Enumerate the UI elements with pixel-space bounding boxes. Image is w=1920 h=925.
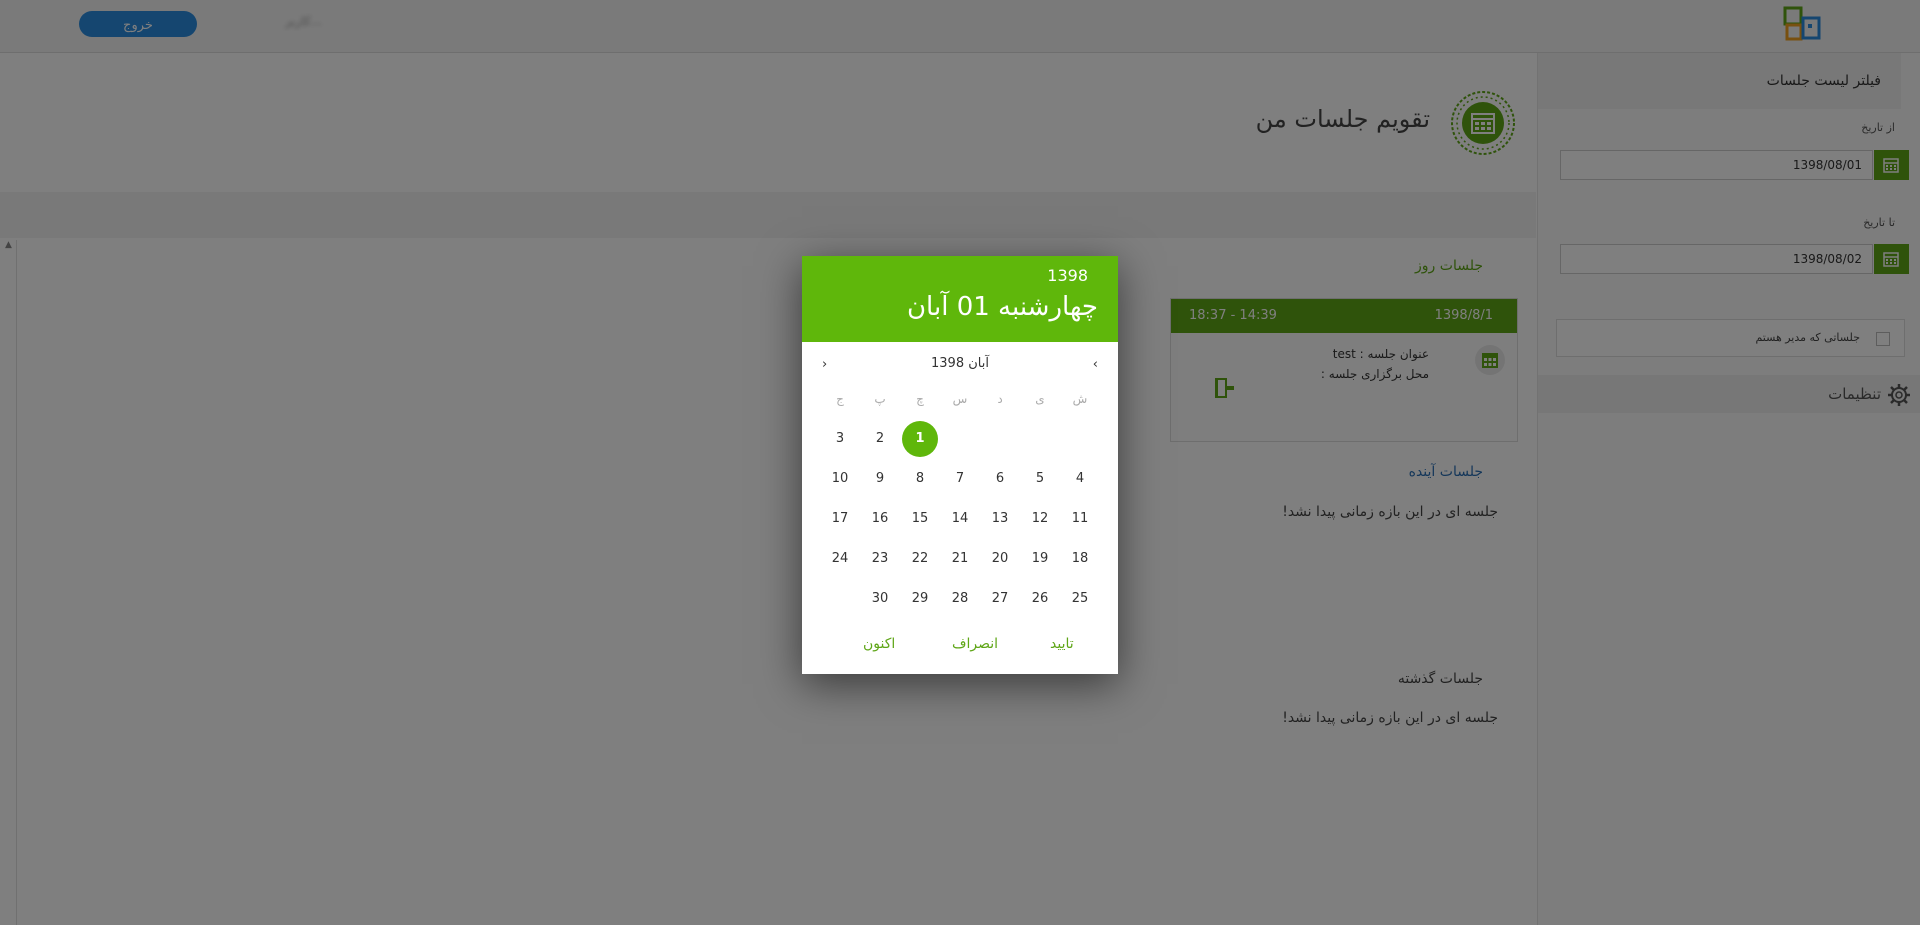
weekday-header: ش <box>1072 392 1088 406</box>
calendar-day[interactable]: 28 <box>942 581 978 617</box>
calendar-day[interactable]: 22 <box>902 541 938 577</box>
date-picker-dialog: 1398 چهارشنبه 01 آبان ‹ آبان 1398 › شیدس… <box>802 256 1118 674</box>
calendar-day[interactable]: 18 <box>1062 541 1098 577</box>
calendar-day[interactable]: 21 <box>942 541 978 577</box>
selected-year[interactable]: 1398 <box>1047 266 1088 285</box>
weekday-header: د <box>997 392 1003 406</box>
calendar-day[interactable]: 27 <box>982 581 1018 617</box>
calendar-day[interactable]: 15 <box>902 501 938 537</box>
calendar-day[interactable]: 24 <box>822 541 858 577</box>
calendar-day[interactable]: 30 <box>862 581 898 617</box>
calendar-day[interactable]: 8 <box>902 461 938 497</box>
month-label: آبان 1398 <box>931 356 989 371</box>
now-button[interactable]: اکنون <box>863 636 895 652</box>
calendar-day[interactable]: 5 <box>1022 461 1058 497</box>
calendar-day[interactable]: 26 <box>1022 581 1058 617</box>
selected-date: چهارشنبه 01 آبان <box>906 292 1098 322</box>
calendar-day[interactable]: 20 <box>982 541 1018 577</box>
calendar-day[interactable]: 6 <box>982 461 1018 497</box>
date-picker-header: 1398 چهارشنبه 01 آبان <box>802 256 1118 342</box>
calendar-day[interactable]: 29 <box>902 581 938 617</box>
calendar-day[interactable]: 17 <box>822 501 858 537</box>
weekday-header: ج <box>836 392 844 406</box>
calendar-day[interactable]: 16 <box>862 501 898 537</box>
calendar-day[interactable]: 10 <box>822 461 858 497</box>
calendar-day[interactable]: 7 <box>942 461 978 497</box>
weekday-header: پ <box>874 392 886 406</box>
calendar-day[interactable]: 25 <box>1062 581 1098 617</box>
weekday-header: س <box>952 392 968 406</box>
calendar-day[interactable]: 12 <box>1022 501 1058 537</box>
calendar-day[interactable]: 3 <box>822 421 858 457</box>
calendar-day[interactable]: 14 <box>942 501 978 537</box>
calendar-day[interactable]: 19 <box>1022 541 1058 577</box>
cancel-button[interactable]: انصراف <box>952 636 998 652</box>
selected-day[interactable]: 1 <box>902 421 938 457</box>
calendar-day[interactable]: 23 <box>862 541 898 577</box>
weekday-header: چ <box>916 392 924 406</box>
calendar-day[interactable]: 11 <box>1062 501 1098 537</box>
calendar-day[interactable]: 4 <box>1062 461 1098 497</box>
confirm-button[interactable]: تایید <box>1050 636 1074 652</box>
calendar-day[interactable]: 9 <box>862 461 898 497</box>
calendar-day[interactable]: 2 <box>862 421 898 457</box>
weekday-header: ی <box>1035 392 1045 406</box>
calendar-day[interactable]: 13 <box>982 501 1018 537</box>
prev-month-chevron-icon[interactable]: › <box>822 357 827 372</box>
